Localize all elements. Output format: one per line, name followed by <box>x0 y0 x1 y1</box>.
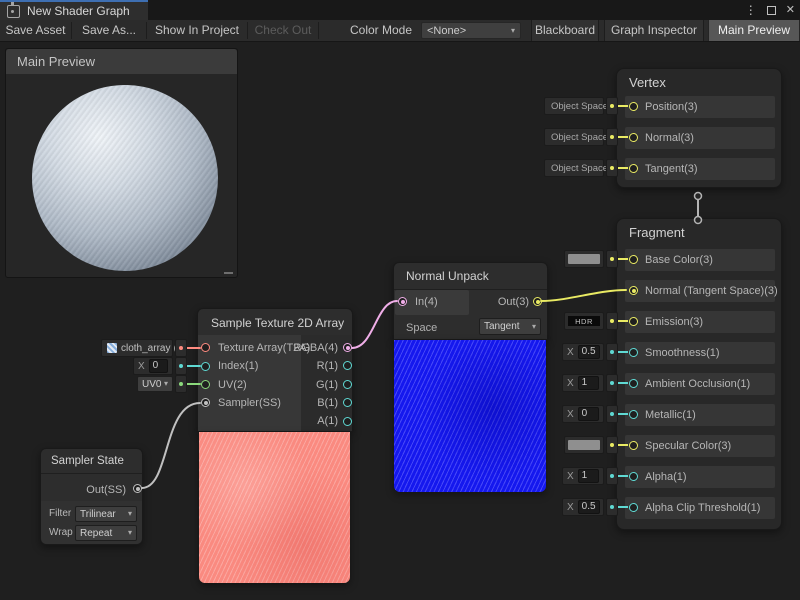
edge-layer <box>0 0 800 600</box>
link-top-knob <box>695 193 702 200</box>
edge-rgba-to-unpack-in[interactable] <box>352 301 397 348</box>
link-bottom-knob <box>695 217 702 224</box>
edge-unpack-out-to-normal-ts[interactable] <box>541 290 626 301</box>
shader-graph-window: New Shader Graph ⋮ ✕ Save Asset Save As.… <box>0 0 800 600</box>
edge-sampler-state-to-sampler[interactable] <box>142 403 200 488</box>
